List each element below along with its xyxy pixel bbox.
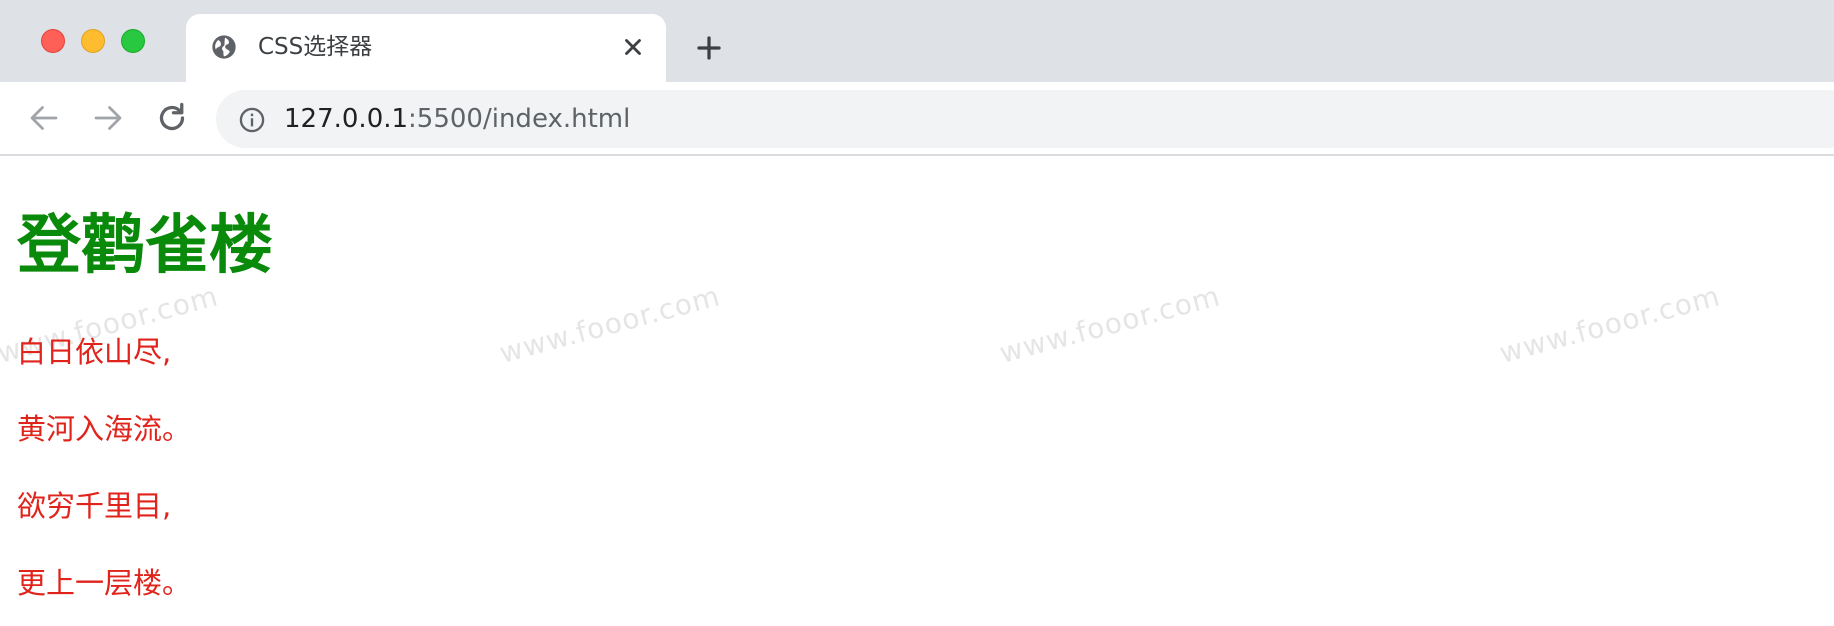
browser-toolbar: 127.0.0.1:5500/index.html [0,82,1834,156]
close-window-button[interactable] [41,29,65,53]
poem-line: 黄河入海流。 [17,412,192,446]
tab-css-selector[interactable]: CSS选择器 [186,14,666,82]
watermark: www.fooor.com [996,279,1224,370]
page-title: 登鹳雀楼 [17,209,273,283]
reload-icon[interactable] [154,100,190,136]
info-icon[interactable] [238,106,266,134]
tab-title: CSS选择器 [258,34,373,60]
poem-line: 欲穷千里目, [17,489,172,523]
arrow-left-icon[interactable] [26,100,62,136]
globe-icon [212,35,236,59]
poem-line: 更上一层楼。 [17,566,192,600]
maximize-window-button[interactable] [121,29,145,53]
watermark: www.fooor.com [1496,279,1724,370]
minimize-window-button[interactable] [81,29,105,53]
browser-window: CSS选择器 127.0.0.1:5500/index.html www.foo… [0,0,1834,626]
poem-line: 白日依山尽, [17,335,172,369]
url-host: 127.0.0.1 [284,104,409,134]
url-text[interactable]: 127.0.0.1:5500/index.html [284,102,630,136]
page-content: www.fooor.com www.fooor.com www.fooor.co… [0,156,1834,626]
arrow-right-icon[interactable] [90,100,126,136]
address-bar[interactable]: 127.0.0.1:5500/index.html [216,90,1834,148]
url-path: :5500/index.html [408,104,631,134]
tab-strip: CSS选择器 [0,0,1834,82]
watermark: www.fooor.com [496,279,724,370]
plus-icon[interactable] [694,33,724,63]
close-tab-icon[interactable] [620,34,646,60]
